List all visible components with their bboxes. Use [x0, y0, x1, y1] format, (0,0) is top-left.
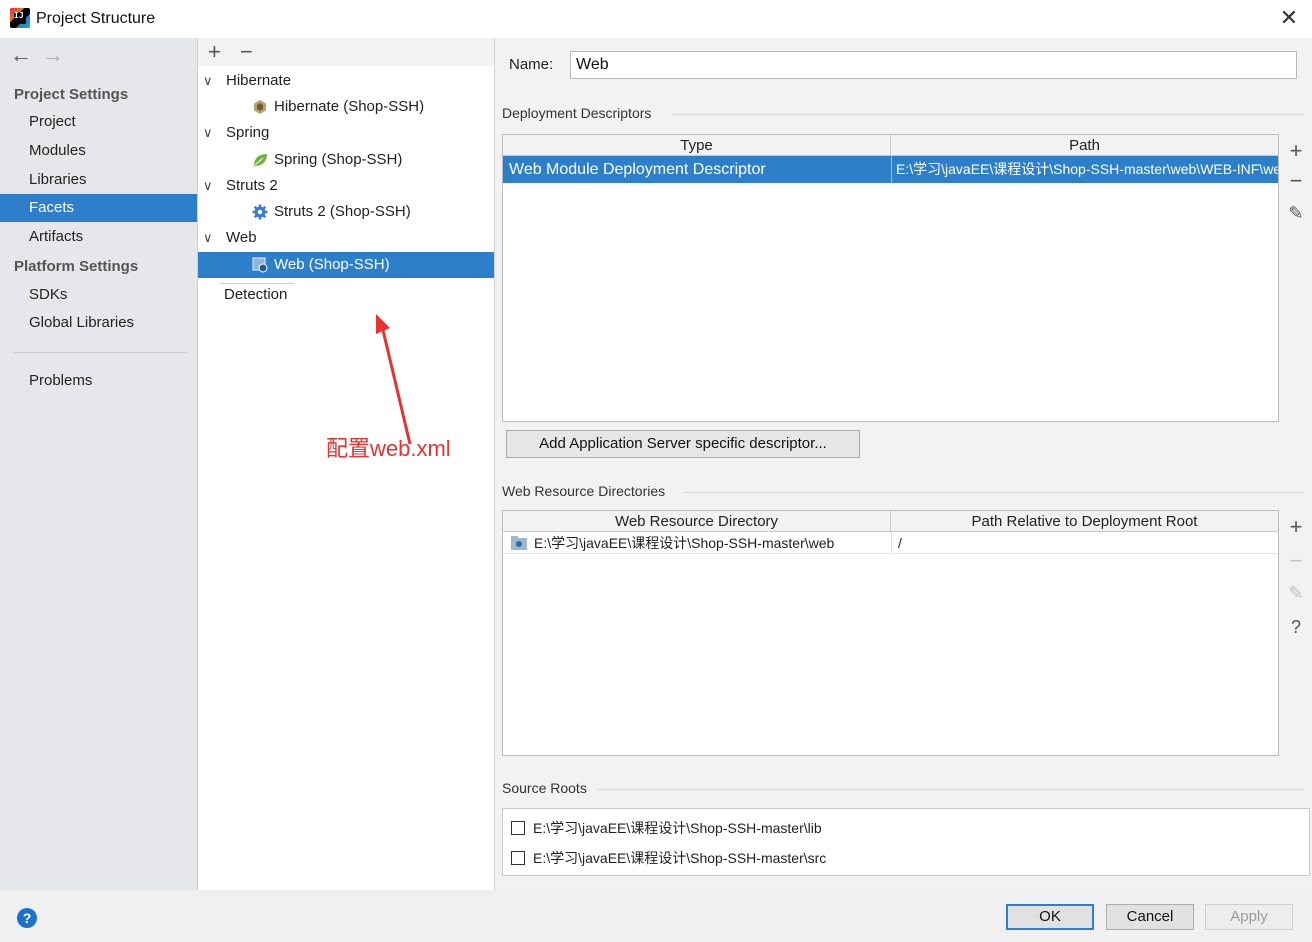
descriptor-path-cell: E:\学习\javaEE\课程设计\Shop-SSH-master\web\WE…: [891, 156, 1278, 183]
tree-leaf-web-shop-ssh[interactable]: Web (Shop-SSH): [198, 252, 494, 278]
remove-icon[interactable]: −: [1282, 550, 1310, 572]
table-header: Web Resource Directory Path Relative to …: [503, 511, 1278, 532]
column-header-type[interactable]: Type: [503, 135, 891, 156]
tree-node-label: Hibernate: [226, 72, 292, 89]
sidebar-item-libraries[interactable]: Libraries: [0, 166, 197, 194]
add-server-descriptor-button[interactable]: Add Application Server specific descript…: [506, 430, 860, 458]
facet-details-panel: Name: Deployment Descriptors Type Path W…: [496, 38, 1312, 890]
edit-pencil-icon[interactable]: ✎: [1282, 202, 1310, 224]
name-input[interactable]: [570, 51, 1297, 79]
add-icon[interactable]: +: [1282, 516, 1310, 538]
path-relative-cell: /: [891, 532, 1278, 554]
tree-leaf-label: Web (Shop-SSH): [274, 256, 390, 273]
title-bar: IJ Project Structure ✕: [0, 0, 1312, 38]
chevron-down-icon[interactable]: ∨: [203, 225, 213, 251]
section-title-project-settings: Project Settings: [14, 86, 129, 103]
tree-node-label: Web: [226, 229, 257, 246]
source-root-label: E:\学习\javaEE\课程设计\Shop-SSH-master\src: [533, 850, 827, 866]
detection-divider: [220, 283, 294, 284]
chevron-down-icon[interactable]: ∨: [203, 120, 213, 146]
sidebar-item-global-libraries[interactable]: Global Libraries: [0, 309, 197, 337]
column-header-web-resource-directory[interactable]: Web Resource Directory: [503, 511, 891, 532]
facets-toolbar: + −: [198, 38, 494, 66]
section-divider: [672, 114, 1304, 115]
add-icon[interactable]: +: [208, 40, 221, 64]
spring-leaf-icon: [254, 154, 267, 166]
web-resource-dir-cell: E:\学习\javaEE\课程设计\Shop-SSH-master\web: [534, 535, 835, 551]
source-root-checkbox[interactable]: [511, 821, 525, 835]
tree-leaf-spring-shop-ssh[interactable]: Spring (Shop-SSH): [198, 147, 494, 173]
column-header-path[interactable]: Path: [891, 135, 1278, 156]
deployment-tools: + − ✎: [1282, 134, 1310, 422]
chevron-down-icon[interactable]: ∨: [203, 68, 213, 94]
tree-leaf-label: Struts 2 (Shop-SSH): [274, 203, 411, 220]
section-divider: [598, 789, 1304, 790]
remove-icon[interactable]: −: [240, 40, 253, 64]
sidebar-item-problems[interactable]: Problems: [0, 367, 197, 395]
table-row[interactable]: Web Module Deployment Descriptor E:\学习\j…: [503, 156, 1278, 183]
table-header: Type Path: [503, 135, 1278, 156]
web-resource-tools: + − ✎ ?: [1282, 510, 1310, 756]
forward-arrow-icon[interactable]: →: [42, 44, 64, 66]
name-label: Name:: [509, 56, 554, 73]
add-icon[interactable]: +: [1282, 140, 1310, 162]
section-title-platform-settings: Platform Settings: [14, 258, 139, 275]
edit-pencil-icon[interactable]: ✎: [1282, 582, 1310, 604]
source-roots-list: E:\学习\javaEE\课程设计\Shop-SSH-master\lib E:…: [502, 808, 1310, 876]
deployment-descriptors-table: Type Path Web Module Deployment Descript…: [502, 134, 1279, 422]
sidebar-divider: [14, 352, 186, 353]
sidebar-item-facets[interactable]: Facets: [0, 194, 197, 222]
sidebar-item-artifacts[interactable]: Artifacts: [0, 223, 197, 251]
source-root-label: E:\学习\javaEE\课程设计\Shop-SSH-master\lib: [533, 820, 822, 836]
tree-node-spring[interactable]: ∨ Spring: [198, 120, 494, 146]
tree-node-label: Spring: [226, 124, 270, 141]
close-icon[interactable]: ✕: [1274, 4, 1304, 34]
table-row[interactable]: E:\学习\javaEE\课程设计\Shop-SSH-master\web /: [503, 532, 1278, 554]
cancel-button[interactable]: Cancel: [1106, 904, 1194, 930]
section-title-web-resource-directories: Web Resource Directories: [502, 483, 666, 499]
sidebar-item-project[interactable]: Project: [0, 108, 197, 136]
folder-web-icon: [511, 536, 527, 550]
tree-node-hibernate[interactable]: ∨ Hibernate: [198, 68, 494, 94]
tree-leaf-label: Spring (Shop-SSH): [274, 151, 403, 168]
annotation-arrow: [376, 314, 412, 445]
section-divider: [684, 492, 1304, 493]
column-header-path-relative[interactable]: Path Relative to Deployment Root: [891, 511, 1278, 532]
struts-gear-icon: [252, 204, 268, 220]
facets-tree-panel: + − ∨ Hibernate Hibernate (Shop-SSH) ∨ S…: [197, 38, 495, 890]
tree-leaf-hibernate-shop-ssh[interactable]: Hibernate (Shop-SSH): [198, 94, 494, 120]
web-module-icon: [252, 257, 268, 273]
settings-sidebar: ← → Project Settings Project Modules Lib…: [0, 38, 197, 890]
tree-leaf-struts2-shop-ssh[interactable]: Struts 2 (Shop-SSH): [198, 199, 494, 225]
dialog-button-bar: ? OK Cancel Apply: [0, 890, 1312, 942]
sidebar-item-sdks[interactable]: SDKs: [0, 281, 197, 309]
back-arrow-icon[interactable]: ←: [10, 44, 32, 66]
remove-icon[interactable]: −: [1282, 170, 1310, 192]
tree-leaf-label: Hibernate (Shop-SSH): [274, 98, 425, 115]
section-title-source-roots: Source Roots: [502, 780, 587, 796]
intellij-logo-icon: IJ: [10, 8, 30, 28]
detection-node[interactable]: Detection: [224, 286, 287, 303]
tree-node-web[interactable]: ∨ Web: [198, 225, 494, 251]
hibernate-icon: [254, 100, 266, 114]
web-resource-directories-table: Web Resource Directory Path Relative to …: [502, 510, 1279, 756]
help-icon[interactable]: ?: [17, 908, 37, 928]
tree-node-struts2[interactable]: ∨ Struts 2: [198, 173, 494, 199]
source-root-checkbox[interactable]: [511, 851, 525, 865]
ok-button[interactable]: OK: [1006, 904, 1094, 930]
apply-button[interactable]: Apply: [1205, 904, 1293, 930]
sidebar-item-modules[interactable]: Modules: [0, 137, 197, 165]
annotation-text: 配置web.xml: [326, 436, 451, 461]
window-title: Project Structure: [36, 10, 156, 27]
descriptor-type-cell: Web Module Deployment Descriptor: [509, 161, 766, 178]
chevron-down-icon[interactable]: ∨: [203, 173, 213, 199]
tree-node-label: Struts 2: [226, 177, 278, 194]
help-question-icon[interactable]: ?: [1282, 616, 1310, 638]
section-title-deployment-descriptors: Deployment Descriptors: [502, 105, 652, 121]
